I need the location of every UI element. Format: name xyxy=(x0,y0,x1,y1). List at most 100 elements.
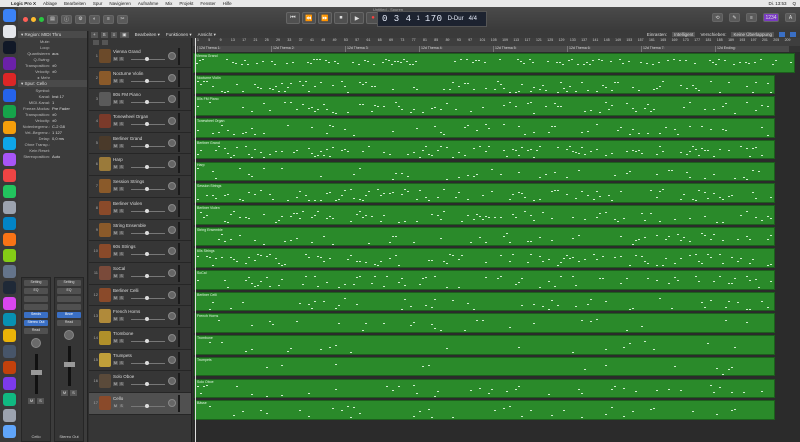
strip-slot[interactable]: Bnce xyxy=(57,312,81,318)
track-tool-button[interactable]: ▣ xyxy=(120,31,129,38)
pan-knob[interactable] xyxy=(168,117,176,126)
midi-region[interactable]: Trumpets xyxy=(194,356,775,377)
dock-app-icon[interactable] xyxy=(2,265,16,278)
dock-app-icon[interactable] xyxy=(2,217,16,230)
fader-cap[interactable] xyxy=(63,362,75,367)
global-tracks-icon[interactable] xyxy=(102,39,108,45)
inspector-row-value[interactable]: Inst 17 xyxy=(52,94,64,99)
dock-app-icon[interactable] xyxy=(2,409,16,422)
solo-button[interactable]: S xyxy=(119,404,124,408)
zoom-button[interactable] xyxy=(39,16,44,22)
grid-view-icon[interactable] xyxy=(779,32,785,37)
solo-button[interactable]: S xyxy=(70,390,77,396)
pan-knob[interactable] xyxy=(168,333,176,342)
playhead[interactable] xyxy=(195,38,196,442)
solo-button[interactable]: S xyxy=(119,143,124,148)
track-header[interactable]: 6 Harp M S xyxy=(89,154,191,177)
dock-app-icon[interactable] xyxy=(2,425,16,438)
dock-app-icon[interactable] xyxy=(2,57,16,70)
dock-app-icon[interactable] xyxy=(2,313,16,326)
mute-button[interactable]: M xyxy=(113,78,118,83)
track-header[interactable]: 12 Berliner Celli M S xyxy=(89,285,191,307)
inspector-row-value[interactable]: ±0 xyxy=(52,118,56,123)
track-header[interactable]: 3 80s FM Piano M S xyxy=(89,89,191,112)
track-name[interactable]: Vienna Grand xyxy=(113,49,141,54)
mute-button[interactable]: M xyxy=(113,273,118,278)
solo-button[interactable]: S xyxy=(119,273,124,278)
solo-button[interactable]: S xyxy=(119,295,124,300)
tracks-menu[interactable]: Funktionen ▾ xyxy=(166,32,192,38)
midi-region[interactable]: Nocturne Violin xyxy=(194,74,775,95)
lcd-display[interactable]: 0 3 4 1 170 D-Dur 4/4 xyxy=(377,11,487,27)
mute-button[interactable]: M xyxy=(113,208,118,213)
volume-slider-handle[interactable] xyxy=(145,100,149,105)
solo-button[interactable]: S xyxy=(119,100,124,105)
track-name[interactable]: Trombone xyxy=(113,331,133,336)
fader-cap[interactable] xyxy=(30,370,42,375)
track-name[interactable]: 80s FM Piano xyxy=(113,92,141,97)
menu-item[interactable]: Projekt xyxy=(179,1,193,6)
menu-item[interactable]: Ablage xyxy=(43,1,57,6)
solo-button[interactable]: S xyxy=(119,208,124,213)
inspector-row-value[interactable]: Pre Fader xyxy=(52,106,70,111)
midi-region[interactable]: Harp xyxy=(194,161,775,182)
volume-slider-handle[interactable] xyxy=(145,165,149,170)
mute-button[interactable]: M xyxy=(113,230,118,235)
track-name[interactable]: Nocturne Violin xyxy=(113,71,143,76)
dock-app-icon[interactable] xyxy=(2,393,16,406)
dock-app-icon[interactable] xyxy=(2,153,16,166)
strip-slot[interactable]: EQ xyxy=(57,288,81,294)
midi-region[interactable]: Berliner Grand xyxy=(194,139,775,160)
mute-button[interactable]: M xyxy=(113,338,118,343)
tracks-menu[interactable]: Bearbeiten ▾ xyxy=(135,32,160,38)
pan-knob[interactable] xyxy=(168,312,176,321)
pan-knob[interactable] xyxy=(168,399,176,407)
strip-slot[interactable] xyxy=(57,304,81,310)
strip-slot[interactable]: Stereo Out xyxy=(24,320,48,326)
midi-region[interactable]: String Ensemble xyxy=(194,226,775,247)
mute-button[interactable]: M xyxy=(113,122,118,127)
strip-slot[interactable]: Sends xyxy=(24,312,48,318)
track-header[interactable]: 10 60s Strings M S xyxy=(89,241,191,263)
inspector-button[interactable]: ⓘ xyxy=(61,14,72,24)
pan-knob[interactable] xyxy=(168,225,176,234)
mute-button[interactable]: M xyxy=(28,398,35,404)
strip-slot[interactable]: Setting xyxy=(24,280,48,286)
track-name[interactable]: SoCal xyxy=(113,266,125,271)
track-header[interactable]: 16 Solo Oboe M S xyxy=(89,371,191,393)
pan-knob[interactable] xyxy=(168,160,176,169)
pan-knob[interactable] xyxy=(31,338,41,348)
volume-slider-handle[interactable] xyxy=(145,187,149,192)
mute-button[interactable]: M xyxy=(61,390,68,396)
track-name[interactable]: Cello xyxy=(113,396,123,401)
menu-item[interactable]: Fenster xyxy=(200,1,215,6)
mute-button[interactable]: M xyxy=(113,317,118,322)
toolbar-right-button[interactable]: ≡ xyxy=(746,13,757,22)
mute-button[interactable]: M xyxy=(113,143,118,148)
solo-button[interactable]: S xyxy=(119,338,124,343)
toolbar-button[interactable]: ⚙ xyxy=(75,14,86,24)
setting-value[interactable]: Keine Überlappung xyxy=(731,32,774,37)
dock-app-icon[interactable] xyxy=(2,329,16,342)
solo-button[interactable]: S xyxy=(119,165,124,170)
inspector-row-value[interactable]: 1 127 xyxy=(52,130,62,135)
library-button[interactable]: ▤ xyxy=(47,14,58,24)
go-to-start-button[interactable]: ⏮ xyxy=(286,12,300,24)
volume-slider-handle[interactable] xyxy=(145,317,149,322)
menubar-status-item[interactable]: Q xyxy=(792,1,796,6)
volume-fader[interactable] xyxy=(63,346,75,386)
track-header[interactable]: 9 String Ensemble M S xyxy=(89,220,191,242)
volume-slider-handle[interactable] xyxy=(145,122,149,127)
track-header[interactable]: 5 Berliner Grand M S xyxy=(89,133,191,155)
mute-button[interactable]: M xyxy=(113,360,118,365)
volume-slider-handle[interactable] xyxy=(145,143,149,148)
track-name[interactable]: Berliner Violen xyxy=(113,201,142,206)
mute-button[interactable]: M xyxy=(113,295,118,300)
dock-app-icon[interactable] xyxy=(2,9,16,22)
strip-slot[interactable]: Read xyxy=(57,320,81,326)
solo-button[interactable]: S xyxy=(119,252,124,257)
dock-app-icon[interactable] xyxy=(2,201,16,214)
menu-item[interactable]: Hilfe xyxy=(223,1,232,6)
pan-knob[interactable] xyxy=(168,247,176,256)
dock-app-icon[interactable] xyxy=(2,41,16,54)
